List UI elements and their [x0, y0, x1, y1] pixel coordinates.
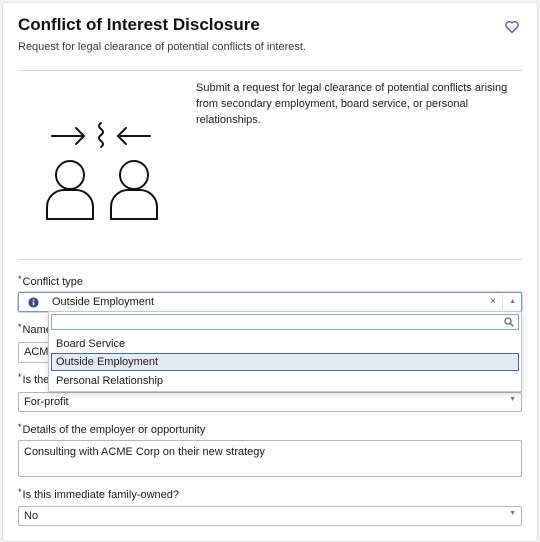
family-owned-value: No: [24, 510, 39, 522]
family-owned-select[interactable]: No ▼: [18, 506, 522, 526]
heart-icon[interactable]: [504, 19, 520, 35]
name-label: *Name: [18, 322, 52, 336]
dropdown-search-input[interactable]: [51, 314, 519, 330]
info-icon[interactable]: [28, 297, 39, 308]
divider: [18, 70, 523, 71]
org-type-value: For-profit: [24, 396, 69, 408]
intro-text: Submit a request for legal clearance of …: [196, 82, 508, 126]
conflict-type-dropdown: Board Service Outside Employment Persona…: [48, 311, 522, 392]
conflict-type-label: *Conflict type: [18, 274, 84, 288]
dropdown-option-personal-relationship[interactable]: Personal Relationship: [51, 372, 519, 390]
search-icon: [504, 317, 514, 327]
chevron-down-icon[interactable]: ▼: [509, 396, 516, 403]
org-type-select[interactable]: For-profit ▼: [18, 392, 522, 412]
page-subtitle: Request for legal clearance of potential…: [18, 41, 306, 53]
details-label: *Details of the employer or opportunity: [18, 422, 206, 436]
dropdown-option-board-service[interactable]: Board Service: [51, 335, 519, 353]
people-conflict-illustration: [46, 122, 158, 220]
org-type-label: *Is the: [18, 372, 50, 386]
divider: [18, 259, 523, 260]
family-owned-label: *Is this immediate family-owned?: [18, 487, 180, 501]
page-title: Conflict of Interest Disclosure: [18, 15, 260, 34]
conflict-type-value: Outside Employment: [52, 296, 155, 308]
details-textarea[interactable]: Consulting with ACME Corp on their new s…: [18, 440, 522, 477]
field-separator: [502, 295, 503, 309]
name-value: ACM: [24, 346, 49, 358]
dropdown-option-outside-employment[interactable]: Outside Employment: [51, 353, 519, 371]
clear-icon[interactable]: ×: [490, 296, 496, 307]
chevron-down-icon[interactable]: ▼: [509, 510, 516, 517]
conflict-type-select[interactable]: Outside Employment × ▲: [18, 292, 522, 312]
chevron-up-icon[interactable]: ▲: [509, 298, 516, 305]
